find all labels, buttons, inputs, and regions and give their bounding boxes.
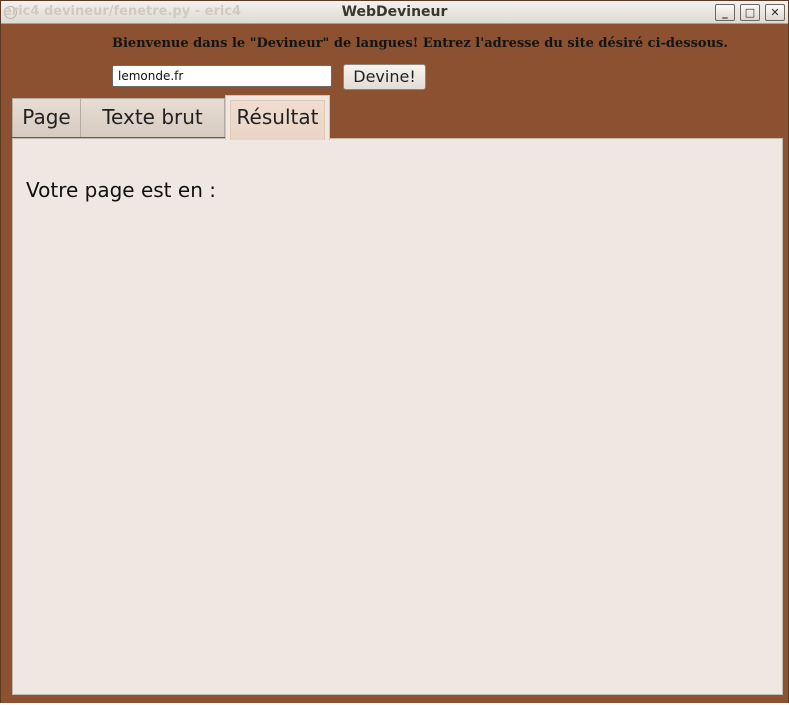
tab-resultat[interactable]: Résultat	[225, 95, 330, 140]
minimize-button[interactable]: _	[715, 4, 735, 21]
window-title: WebDevineur	[341, 4, 448, 20]
tab-texte-brut[interactable]: Texte brut	[80, 98, 225, 137]
result-panel: Votre page est en :	[12, 138, 783, 695]
title-bar[interactable]: eric4 devineur/fenetre.py - eric4 WebDev…	[1, 1, 788, 24]
tab-resultat-label: Résultat	[230, 100, 325, 140]
guess-button[interactable]: Devine!	[343, 64, 426, 90]
tab-page[interactable]: Page	[12, 98, 81, 137]
url-input[interactable]	[112, 65, 332, 87]
app-window: eric4 devineur/fenetre.py - eric4 WebDev…	[0, 0, 789, 705]
result-label: Votre page est en :	[26, 178, 216, 202]
close-button[interactable]: ✕	[765, 4, 785, 21]
welcome-message: Bienvenue dans le "Devineur" de langues!…	[112, 36, 728, 51]
maximize-button[interactable]: □	[740, 4, 760, 21]
